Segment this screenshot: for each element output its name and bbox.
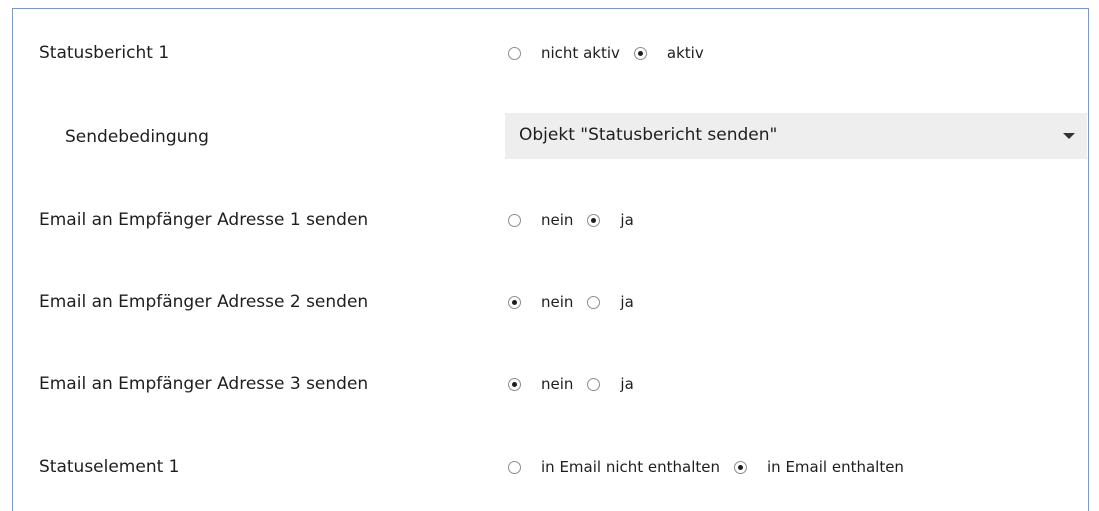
- chevron-down-icon[interactable]: [1063, 133, 1075, 139]
- sendebedingung-label: Sendebedingung: [65, 127, 209, 147]
- statusbericht-radio-group: nicht aktiv aktiv: [508, 43, 718, 63]
- radio-button-selected[interactable]: [633, 46, 647, 60]
- statusbericht-label: Statusbericht 1: [39, 43, 170, 63]
- radio-button-selected[interactable]: [508, 377, 521, 391]
- email-adresse-3-option-ja[interactable]: ja: [587, 374, 634, 394]
- radio-button[interactable]: [508, 213, 521, 227]
- option-label: nein: [541, 211, 574, 229]
- option-label: ja: [620, 375, 634, 393]
- email-adresse-2-label: Email an Empfänger Adresse 2 senden: [39, 292, 369, 312]
- radio-button-selected[interactable]: [508, 295, 521, 309]
- email-adresse-3-radio-group: nein ja: [508, 374, 648, 394]
- dropdown-selected-value: Objekt "Statusbericht senden": [519, 125, 778, 145]
- email-adresse-1-label: Email an Empfänger Adresse 1 senden: [39, 210, 369, 230]
- radio-button[interactable]: [587, 377, 601, 391]
- statusbericht-option-aktiv[interactable]: aktiv: [633, 43, 704, 63]
- parameter-page: Statusbericht 1 nicht aktiv aktiv Sendeb…: [0, 0, 1099, 511]
- statuselement-option-nicht-enthalten[interactable]: in Email nicht enthalten: [508, 457, 720, 477]
- option-label: nicht aktiv: [541, 44, 620, 62]
- email-adresse-2-radio-group: nein ja: [508, 292, 648, 312]
- email-adresse-2-option-nein[interactable]: nein: [508, 292, 573, 312]
- option-label: aktiv: [666, 44, 704, 62]
- option-label: in Email nicht enthalten: [541, 458, 721, 476]
- email-adresse-2-option-ja[interactable]: ja: [587, 292, 634, 312]
- option-label: nein: [541, 293, 574, 311]
- radio-button-selected[interactable]: [587, 213, 601, 227]
- option-label: ja: [620, 211, 634, 229]
- email-adresse-1-option-ja[interactable]: ja: [587, 210, 634, 230]
- email-adresse-3-option-nein[interactable]: nein: [508, 374, 573, 394]
- email-adresse-1-radio-group: nein ja: [508, 210, 648, 230]
- email-adresse-1-option-nein[interactable]: nein: [508, 210, 573, 230]
- statusbericht-option-nicht-aktiv[interactable]: nicht aktiv: [508, 43, 620, 63]
- radio-button[interactable]: [508, 46, 521, 60]
- statuselement-option-enthalten[interactable]: in Email enthalten: [734, 457, 904, 477]
- option-label: nein: [541, 375, 574, 393]
- radio-button-selected[interactable]: [734, 460, 748, 474]
- radio-button[interactable]: [587, 295, 601, 309]
- statuselement-radio-group: in Email nicht enthalten in Email enthal…: [508, 457, 918, 477]
- radio-button[interactable]: [508, 460, 521, 474]
- sendebedingung-dropdown[interactable]: Objekt "Statusbericht senden": [505, 113, 1087, 159]
- email-adresse-3-label: Email an Empfänger Adresse 3 senden: [39, 374, 369, 394]
- option-label: in Email enthalten: [767, 458, 904, 476]
- option-label: ja: [620, 293, 634, 311]
- settings-panel-frame: [12, 8, 1089, 511]
- statuselement-label: Statuselement 1: [39, 457, 180, 477]
